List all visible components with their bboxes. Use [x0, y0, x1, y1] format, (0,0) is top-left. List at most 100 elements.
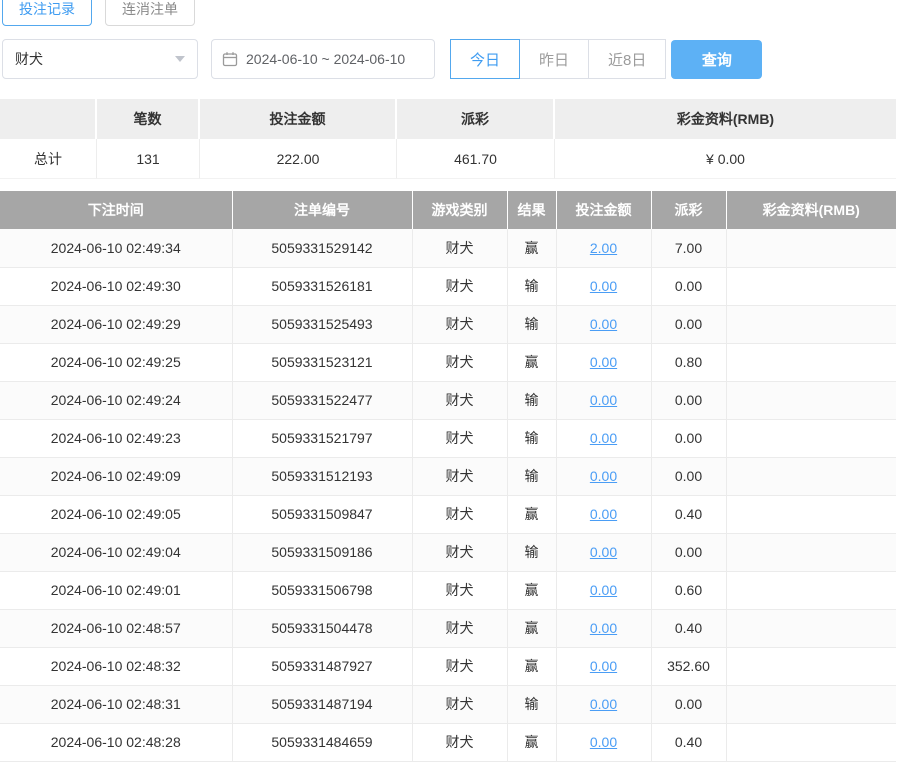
cell-result: 输	[507, 685, 556, 723]
cell-bet-amount: 0.00	[556, 457, 651, 495]
bet-amount-link[interactable]: 0.00	[590, 696, 617, 712]
cell-result: 赢	[507, 229, 556, 267]
bet-amount-link[interactable]: 0.00	[590, 354, 617, 370]
bet-amount-link[interactable]: 0.00	[590, 582, 617, 598]
game-select[interactable]: 财犬	[2, 39, 198, 79]
cell-bet-time: 2024-06-10 02:49:23	[0, 419, 232, 457]
today-button[interactable]: 今日	[450, 39, 520, 79]
cell-bet-amount: 0.00	[556, 381, 651, 419]
bet-amount-link[interactable]: 0.00	[590, 468, 617, 484]
cell-result: 输	[507, 419, 556, 457]
cell-bet-time: 2024-06-10 02:49:24	[0, 381, 232, 419]
bet-amount-link[interactable]: 0.00	[590, 620, 617, 636]
search-button[interactable]: 查询	[671, 40, 762, 79]
cell-payout: 0.00	[651, 305, 726, 343]
cell-bonus	[726, 647, 896, 685]
cell-bet-amount: 0.00	[556, 647, 651, 685]
cell-game-type: 财犬	[412, 571, 507, 609]
summary-total-payout: 461.70	[397, 139, 555, 179]
cell-result: 输	[507, 533, 556, 571]
cell-order-no: 5059331529142	[232, 229, 412, 267]
date-range-picker[interactable]: 2024-06-10 ~ 2024-06-10	[211, 39, 435, 79]
cell-result: 赢	[507, 343, 556, 381]
tab-bet-records[interactable]: 投注记录	[2, 0, 92, 26]
cell-order-no: 5059331487194	[232, 685, 412, 723]
table-row: 2024-06-10 02:48:31 5059331487194 财犬 输 0…	[0, 685, 896, 723]
bet-amount-link[interactable]: 0.00	[590, 278, 617, 294]
cell-bet-amount: 0.00	[556, 419, 651, 457]
header-game-type: 游戏类别	[412, 191, 507, 229]
cell-bet-time: 2024-06-10 02:48:31	[0, 685, 232, 723]
cell-payout: 7.00	[651, 229, 726, 267]
bet-amount-link[interactable]: 0.00	[590, 506, 617, 522]
cell-result: 赢	[507, 571, 556, 609]
cell-bonus	[726, 229, 896, 267]
bet-amount-link[interactable]: 0.00	[590, 316, 617, 332]
cell-bet-amount: 0.00	[556, 609, 651, 647]
cell-payout: 0.00	[651, 457, 726, 495]
yesterday-button[interactable]: 昨日	[519, 39, 589, 79]
cell-payout: 0.60	[651, 571, 726, 609]
cell-bonus	[726, 457, 896, 495]
table-row: 2024-06-10 02:49:23 5059331521797 财犬 输 0…	[0, 419, 896, 457]
header-bet-time: 下注时间	[0, 191, 232, 229]
cell-order-no: 5059331484659	[232, 723, 412, 761]
tab-cancelled-orders[interactable]: 连消注单	[105, 0, 195, 26]
cell-bonus	[726, 495, 896, 533]
header-bonus: 彩金资料(RMB)	[726, 191, 896, 229]
table-row: 2024-06-10 02:48:57 5059331504478 财犬 赢 0…	[0, 609, 896, 647]
cell-bet-amount: 0.00	[556, 305, 651, 343]
cell-bet-time: 2024-06-10 02:49:30	[0, 267, 232, 305]
cell-order-no: 5059331526181	[232, 267, 412, 305]
cell-payout: 0.40	[651, 723, 726, 761]
cell-result: 赢	[507, 495, 556, 533]
summary-header-bonus: 彩金资料(RMB)	[555, 99, 896, 139]
cell-bonus	[726, 381, 896, 419]
cell-game-type: 财犬	[412, 419, 507, 457]
bet-table-body: 2024-06-10 02:49:34 5059331529142 财犬 赢 2…	[0, 229, 896, 761]
cell-payout: 0.00	[651, 381, 726, 419]
cell-game-type: 财犬	[412, 723, 507, 761]
last-8-days-button[interactable]: 近8日	[588, 39, 666, 79]
cell-bonus	[726, 533, 896, 571]
top-tabs: 投注记录 连消注单	[0, 0, 904, 26]
cell-payout: 0.00	[651, 419, 726, 457]
cell-result: 输	[507, 381, 556, 419]
cell-game-type: 财犬	[412, 305, 507, 343]
bet-amount-link[interactable]: 0.00	[590, 734, 617, 750]
cell-game-type: 财犬	[412, 457, 507, 495]
cell-bet-time: 2024-06-10 02:49:09	[0, 457, 232, 495]
cell-bonus	[726, 609, 896, 647]
bet-amount-link[interactable]: 0.00	[590, 544, 617, 560]
cell-bonus	[726, 571, 896, 609]
cell-game-type: 财犬	[412, 267, 507, 305]
cell-bet-amount: 0.00	[556, 685, 651, 723]
cell-order-no: 5059331506798	[232, 571, 412, 609]
bet-amount-link[interactable]: 0.00	[590, 658, 617, 674]
cell-result: 赢	[507, 647, 556, 685]
cell-bet-amount: 0.00	[556, 533, 651, 571]
cell-bet-amount: 0.00	[556, 571, 651, 609]
cell-order-no: 5059331523121	[232, 343, 412, 381]
cell-payout: 352.60	[651, 647, 726, 685]
table-row: 2024-06-10 02:49:25 5059331523121 财犬 赢 0…	[0, 343, 896, 381]
header-result: 结果	[507, 191, 556, 229]
summary-total-bonus: ¥ 0.00	[555, 139, 896, 179]
bet-amount-link[interactable]: 0.00	[590, 392, 617, 408]
summary-total-label: 总计	[0, 139, 97, 179]
cell-bet-time: 2024-06-10 02:49:05	[0, 495, 232, 533]
date-range-value: 2024-06-10 ~ 2024-06-10	[246, 51, 405, 67]
bet-amount-link[interactable]: 2.00	[590, 240, 617, 256]
cell-game-type: 财犬	[412, 647, 507, 685]
cell-payout: 0.00	[651, 685, 726, 723]
summary-header-blank	[0, 99, 97, 139]
summary-table: 笔数 投注金额 派彩 彩金资料(RMB) 总计 131 222.00 461.7…	[0, 99, 896, 179]
cell-payout: 0.00	[651, 533, 726, 571]
bet-amount-link[interactable]: 0.00	[590, 430, 617, 446]
cell-order-no: 5059331521797	[232, 419, 412, 457]
cell-bonus	[726, 419, 896, 457]
summary-header-count: 笔数	[97, 99, 200, 139]
cell-bonus	[726, 723, 896, 761]
cell-bet-amount: 0.00	[556, 495, 651, 533]
cell-order-no: 5059331512193	[232, 457, 412, 495]
